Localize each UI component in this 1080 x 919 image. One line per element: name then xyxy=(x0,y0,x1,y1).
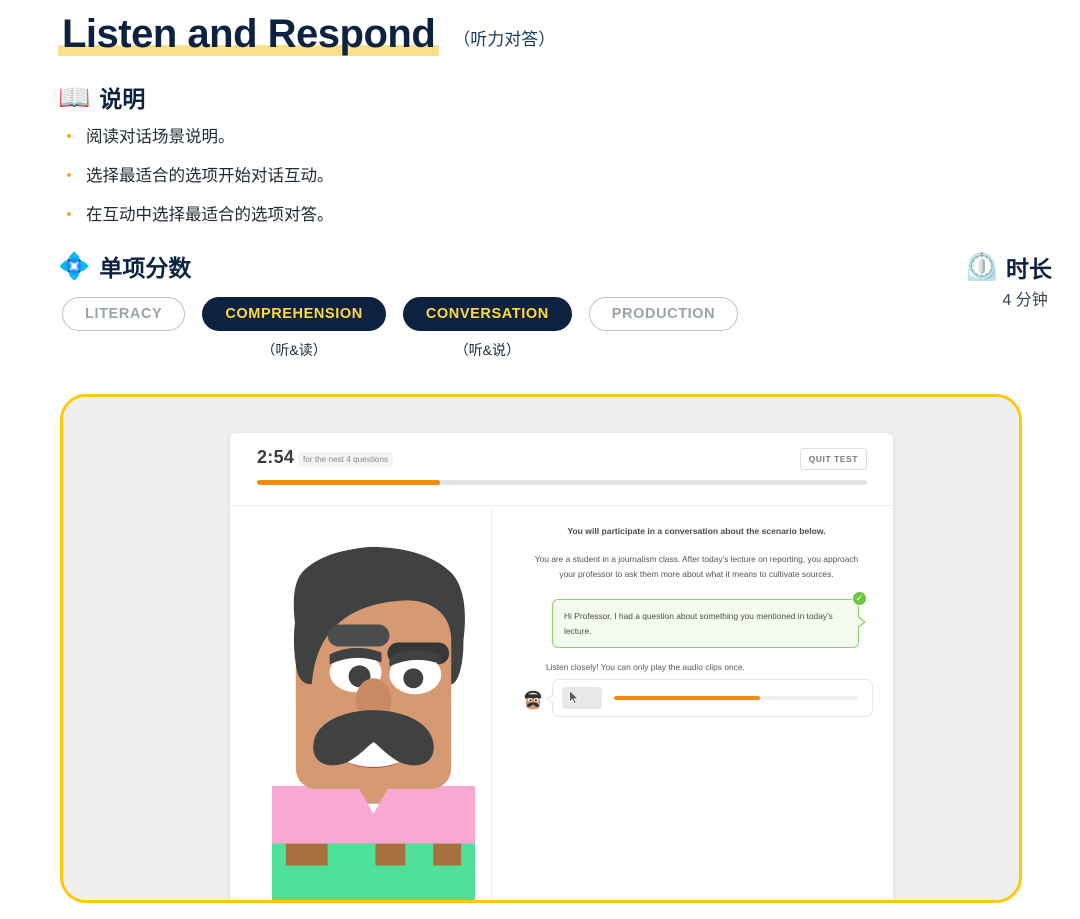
audio-player[interactable] xyxy=(546,678,873,717)
page-title: Listen and Respond （听力对答） xyxy=(58,10,555,58)
subscores-heading-label: 单项分数 xyxy=(99,255,192,281)
subscore-pill-literacy-wrap: LITERACY xyxy=(62,297,186,360)
subscore-pill-group: LITERACY COMPREHENSION （听&读） CONVERSATIO… xyxy=(62,297,739,360)
audio-player-row xyxy=(520,678,873,717)
duration-block: ⏲️ 时长 4 分钟 xyxy=(965,250,1052,310)
list-item: • 在互动中选择最适合的选项对答。 xyxy=(64,204,334,228)
subscore-pill-conversation[interactable]: CONVERSATION xyxy=(402,297,572,331)
play-audio-button[interactable] xyxy=(562,686,602,709)
diamond-cluster-icon: 💠 xyxy=(58,251,91,281)
duration-heading: ⏲️ 时长 xyxy=(965,250,1052,284)
mouse-cursor-icon xyxy=(569,689,579,704)
list-item: • 阅读对话场景说明。 xyxy=(64,126,334,150)
list-item-label: 选择最适合的选项开始对话互动。 xyxy=(86,166,334,185)
check-circle-icon: ✓ xyxy=(852,591,867,607)
subscore-pill-comprehension-sub: （听&读） xyxy=(261,342,327,358)
test-progress-bar xyxy=(257,480,867,485)
list-item: • 选择最适合的选项开始对话互动。 xyxy=(64,165,334,189)
subscore-pill-production-wrap: PRODUCTION xyxy=(588,297,739,360)
conversation-scenario-text: You are a student in a journalism class.… xyxy=(534,553,859,579)
chat-bubble-user: Hi Professor, I had a question about som… xyxy=(552,599,866,648)
audio-progress-fill xyxy=(614,695,761,700)
list-item-label: 阅读对话场景说明。 xyxy=(86,128,235,146)
duration-value: 4 分钟 xyxy=(1002,292,1048,309)
subscore-pill-production[interactable]: PRODUCTION xyxy=(588,297,739,331)
screenshot-card: 2:54 for the nest 4 questions QUIT TEST xyxy=(60,394,1022,903)
test-progress-fill xyxy=(257,480,440,485)
character-illustration-pane xyxy=(256,509,492,900)
subscores-heading: 💠 单项分数 xyxy=(58,249,191,283)
subscore-pill-comprehension[interactable]: COMPREHENSION xyxy=(202,297,386,331)
subscore-pill-comprehension-wrap: COMPREHENSION （听&读） xyxy=(202,297,386,360)
test-app-header: 2:54 for the nest 4 questions QUIT TEST xyxy=(230,433,893,491)
page-title-chinese: （听力对答） xyxy=(453,30,556,49)
bullet-icon: • xyxy=(66,128,72,145)
conversation-pane: You will participate in a conversation a… xyxy=(520,509,873,900)
professor-mini-avatar-icon xyxy=(520,684,546,711)
countdown-timer: 2:54 xyxy=(257,447,295,467)
quit-test-button[interactable]: QUIT TEST xyxy=(799,448,867,470)
audio-progress-bar[interactable] xyxy=(614,695,858,700)
subscore-pill-literacy[interactable]: LITERACY xyxy=(62,297,186,331)
listen-instruction-text: Listen closely! You can only play the au… xyxy=(546,661,745,672)
bullet-icon: • xyxy=(66,166,72,184)
duration-label: 时长 xyxy=(1006,256,1052,282)
conversation-lead-text: You will participate in a conversation a… xyxy=(567,526,826,536)
timer-note-label: for the nest 4 questions xyxy=(298,452,394,467)
bullet-icon: • xyxy=(66,205,72,223)
chat-bubble-row: ✓ Hi Professor, I had a question about s… xyxy=(520,591,873,648)
test-app-panel: 2:54 for the nest 4 questions QUIT TEST xyxy=(230,433,893,900)
professor-character-illustration xyxy=(271,546,476,900)
subscore-pill-conversation-wrap: CONVERSATION （听&说） xyxy=(402,297,572,360)
open-book-icon: 📖 xyxy=(58,82,91,112)
avatar xyxy=(520,684,546,711)
subscore-pill-conversation-sub: （听&说） xyxy=(454,342,520,358)
header-divider xyxy=(230,505,893,506)
list-item-label: 在互动中选择最适合的选项对答。 xyxy=(86,205,334,224)
instructions-list: • 阅读对话场景说明。 • 选择最适合的选项开始对话互动。 • 在互动中选择最适… xyxy=(64,126,334,243)
instructions-heading: 📖 说明 xyxy=(58,80,145,114)
timer-clock-icon: ⏲️ xyxy=(965,251,999,282)
page-title-english: Listen and Respond xyxy=(58,10,440,58)
instructions-heading-label: 说明 xyxy=(99,86,146,112)
